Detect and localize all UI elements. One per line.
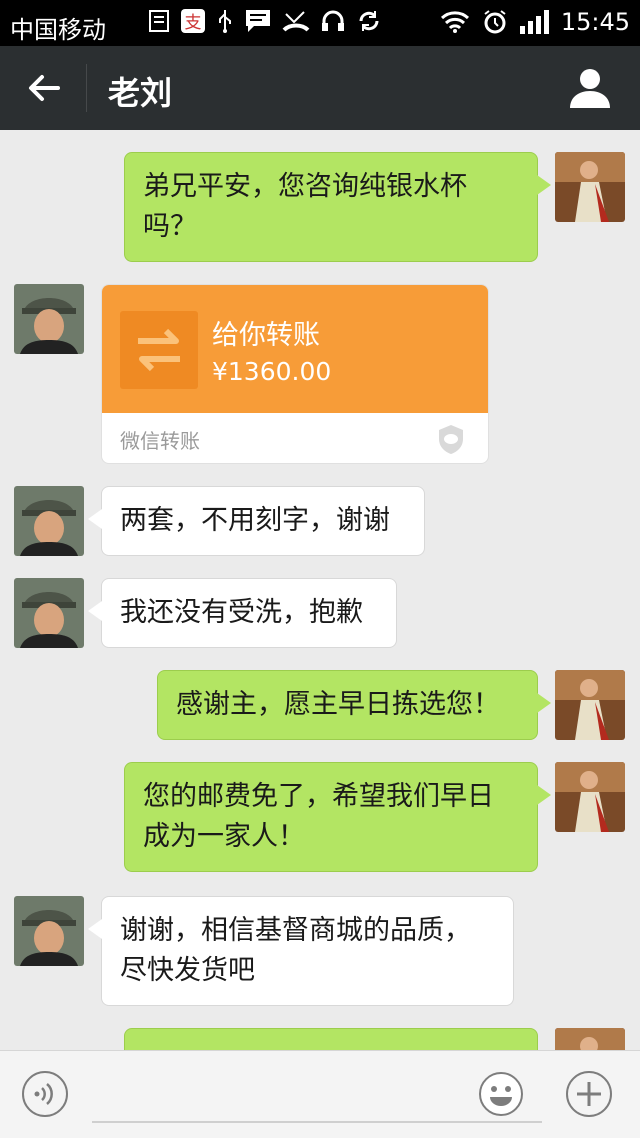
shield-icon	[439, 425, 463, 454]
message-bubble[interactable]: 您的邮费免了，希望我们早日成为一家人！	[124, 762, 551, 872]
message-bubble[interactable]: 谢谢，相信基督商城的品质，尽快发货吧	[88, 896, 514, 1006]
voice-icon	[34, 1083, 53, 1105]
contact-avatar[interactable]	[14, 578, 84, 648]
carrier-label: 中国移动	[10, 16, 106, 44]
emoji-icon	[479, 1072, 523, 1116]
system-icons: 15:45	[440, 8, 630, 36]
transfer-card-header: 给你转账 ¥1360.00	[102, 285, 488, 413]
my-avatar[interactable]	[555, 152, 625, 222]
title-divider	[86, 64, 87, 112]
contact-avatar[interactable]	[14, 896, 84, 966]
notification-icons: 支	[148, 8, 382, 34]
sync-icon	[359, 11, 379, 31]
message-bubble[interactable]: 我还没有受洗，抱歉	[88, 578, 397, 648]
input-bar	[0, 1050, 640, 1138]
message-list[interactable]: 弟兄平安，您咨询纯银水杯吗？ 给你转账 ¥1360.00 微信转账 两套，不用刻…	[0, 130, 640, 1050]
transfer-footer-label: 微信转账	[120, 429, 200, 453]
chat-title: 老刘	[108, 74, 173, 112]
transfer-icon	[120, 311, 198, 389]
plus-button[interactable]	[566, 1071, 612, 1117]
signal-icon	[519, 10, 549, 34]
message-icon	[246, 10, 270, 32]
message-bubble[interactable]	[124, 1028, 538, 1050]
my-avatar[interactable]	[555, 670, 625, 740]
my-avatar[interactable]	[555, 762, 625, 832]
my-avatar[interactable]	[555, 1028, 625, 1050]
usb-icon	[219, 10, 231, 33]
message-text: 谢谢，相信基督商城的品质，尽快发货吧	[120, 915, 471, 986]
message-text: 您的邮费免了，希望我们早日成为一家人！	[143, 781, 494, 852]
message-text: 我还没有受洗，抱歉	[120, 597, 363, 628]
message-text: 感谢主，愿主早日拣选您！	[176, 689, 500, 720]
status-bar: 中国移动 支 15:45	[0, 0, 640, 46]
transfer-card[interactable]: 给你转账 ¥1360.00 微信转账	[101, 284, 489, 464]
title-bar: 老刘	[0, 46, 640, 130]
plus-icon	[577, 1082, 601, 1106]
alipay-icon: 支	[181, 9, 205, 33]
clock: 15:45	[560, 8, 630, 36]
message-bubble[interactable]: 弟兄平安，您咨询纯银水杯吗？	[124, 152, 551, 262]
missed-call-icon	[282, 11, 310, 32]
message-input[interactable]	[92, 1121, 542, 1123]
back-arrow-icon[interactable]	[24, 68, 64, 108]
message-bubble[interactable]: 两套，不用刻字，谢谢	[88, 486, 425, 556]
contact-avatar[interactable]	[14, 284, 84, 354]
svg-text:支: 支	[185, 13, 202, 33]
transfer-amount: ¥1360.00	[212, 357, 332, 386]
message-text: 弟兄平安，您咨询纯银水杯吗？	[143, 171, 467, 242]
message-bubble[interactable]: 感谢主，愿主早日拣选您！	[157, 670, 551, 740]
message-text: 两套，不用刻字，谢谢	[120, 505, 390, 536]
wifi-icon	[440, 11, 469, 33]
contact-avatar[interactable]	[14, 486, 84, 556]
headset-icon	[322, 10, 344, 31]
sim-icon	[149, 10, 169, 32]
alarm-icon	[484, 10, 506, 34]
voice-button[interactable]	[22, 1071, 68, 1117]
person-icon[interactable]	[568, 66, 612, 110]
transfer-title: 给你转账	[212, 320, 320, 351]
emoji-button[interactable]	[478, 1071, 524, 1117]
